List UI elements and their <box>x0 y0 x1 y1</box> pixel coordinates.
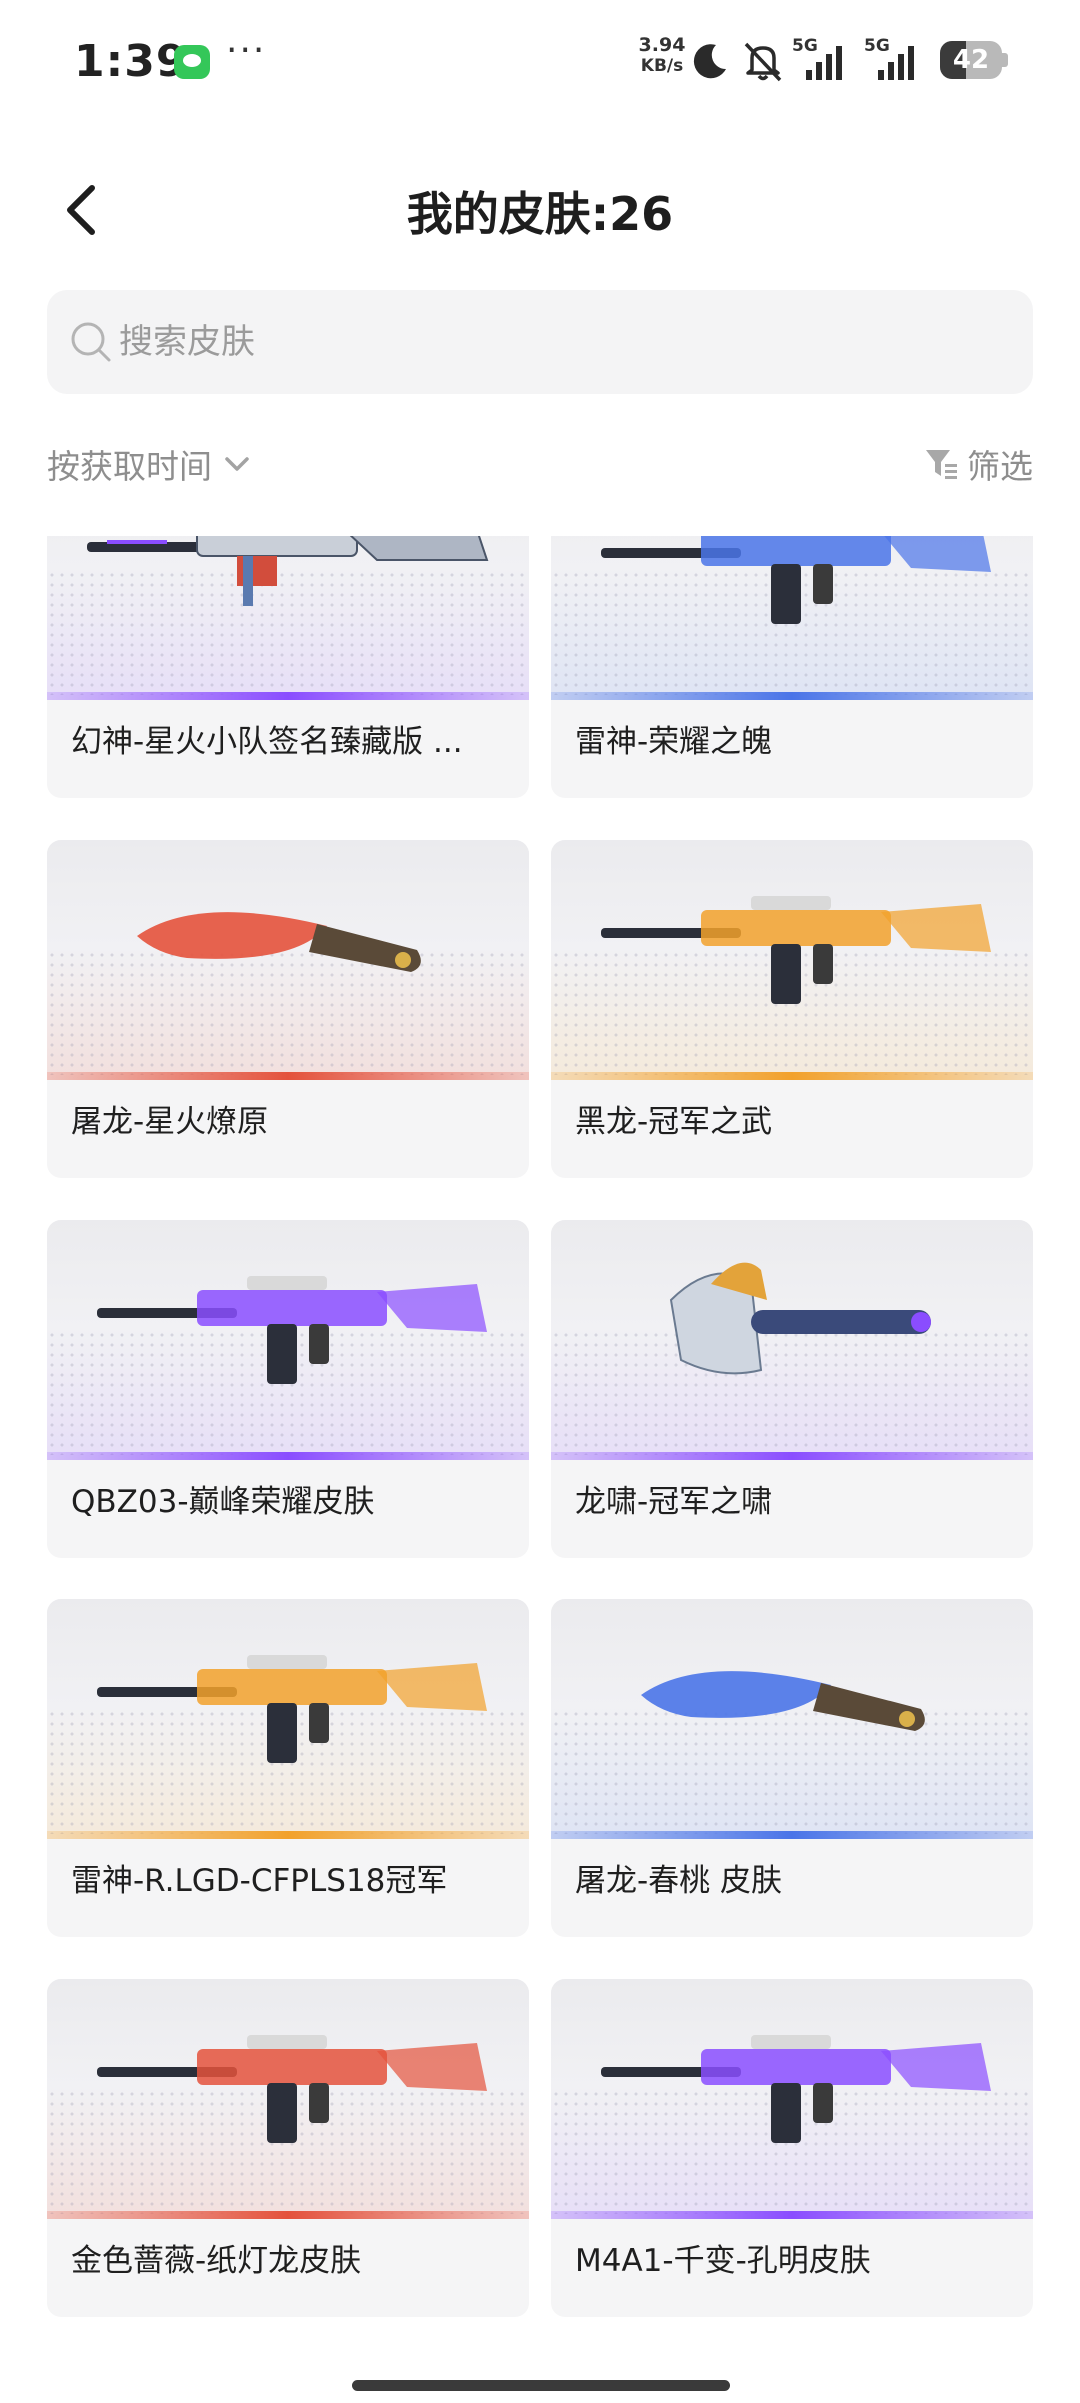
rarity-stripe <box>47 1452 529 1460</box>
skin-artwork <box>47 1220 529 1460</box>
assault-rifle-icon <box>97 2035 487 2143</box>
filter-funnel-icon <box>926 450 957 479</box>
skin-name: 屠龙-春桃 皮肤 <box>575 1863 783 1899</box>
skin-card[interactable]: QBZ03-巅峰荣耀皮肤 <box>47 1220 529 1558</box>
machete-icon <box>641 1671 925 1731</box>
skin-card[interactable]: 雷神-荣耀之魄 <box>551 536 1033 798</box>
sort-label: 按获取时间 <box>47 447 212 486</box>
home-indicator[interactable] <box>352 2380 730 2391</box>
battery-level: 42 <box>952 45 990 75</box>
network-speed-unit: KB/s <box>640 56 684 76</box>
skin-card[interactable]: 雷神-R.LGD-CFPLS18冠军 <box>47 1599 529 1937</box>
filter-label: 筛选 <box>967 447 1033 486</box>
status-time: 1:39 <box>74 36 188 87</box>
skin-artwork <box>551 1220 1033 1460</box>
skin-name: 屠龙-星火燎原 <box>71 1104 269 1140</box>
search-icon <box>71 322 111 362</box>
skin-card[interactable]: 龙啸-冠军之啸 <box>551 1220 1033 1558</box>
skin-name: QBZ03-巅峰荣耀皮肤 <box>71 1484 375 1520</box>
network-speed: 3.94 KB/s <box>634 36 690 75</box>
rarity-stripe <box>47 692 529 700</box>
messages-app-icon <box>174 45 210 79</box>
status-bar: 1:39 ··· 3.94 KB/s 5G 5G 42 <box>0 0 1080 120</box>
signal-bars-icon <box>878 46 914 80</box>
rarity-stripe <box>47 1831 529 1839</box>
skin-artwork <box>551 840 1033 1080</box>
search-input[interactable] <box>119 312 999 372</box>
rarity-stripe <box>551 2211 1033 2219</box>
skin-name: 幻神-星火小队签名臻藏版 ... <box>71 724 463 760</box>
filter-button[interactable]: 筛选 <box>923 440 1033 488</box>
skin-artwork <box>47 1979 529 2219</box>
skin-name: 雷神-R.LGD-CFPLS18冠军 <box>71 1863 448 1899</box>
rarity-stripe <box>47 2211 529 2219</box>
skin-artwork <box>47 1599 529 1839</box>
chevron-down-icon <box>225 457 249 471</box>
skin-card[interactable]: 幻神-星火小队签名臻藏版 ... <box>47 536 529 798</box>
page-title: 我的皮肤:26 <box>406 187 674 241</box>
skin-artwork <box>551 536 1033 700</box>
skin-name: 雷神-荣耀之魄 <box>575 724 773 760</box>
assault-rifle-icon <box>601 2035 991 2143</box>
do-not-disturb-moon-icon <box>693 44 726 79</box>
search-bar[interactable] <box>47 290 1033 394</box>
network-speed-value: 3.94 <box>638 34 686 56</box>
skin-name: 龙啸-冠军之啸 <box>575 1484 773 1520</box>
signal-bars-icon <box>806 46 842 80</box>
signal-strength-sim2: 5G <box>864 36 920 82</box>
rarity-stripe <box>551 692 1033 700</box>
rarity-stripe <box>551 1831 1033 1839</box>
assault-rifle-icon <box>97 1655 487 1763</box>
sort-dropdown[interactable]: 按获取时间 <box>47 440 254 488</box>
skin-name: 金色蔷薇-纸灯龙皮肤 <box>71 2243 362 2279</box>
skin-artwork <box>551 1979 1033 2219</box>
muted-bell-icon <box>744 42 782 82</box>
assault-rifle-icon <box>97 1276 487 1384</box>
top-nav-bar: 我的皮肤:26 <box>0 150 1080 270</box>
sniper-rifle-icon <box>87 536 489 606</box>
machete-icon <box>137 912 421 972</box>
axe-icon <box>669 1262 931 1375</box>
skin-card[interactable]: 金色蔷薇-纸灯龙皮肤 <box>47 1979 529 2317</box>
assault-rifle-icon <box>601 896 991 1004</box>
skin-card[interactable]: 屠龙-春桃 皮肤 <box>551 1599 1033 1937</box>
skin-artwork <box>47 840 529 1080</box>
skin-artwork <box>47 536 529 700</box>
battery-icon: 42 <box>940 41 1008 79</box>
skin-card[interactable]: M4A1-千变-孔明皮肤 <box>551 1979 1033 2317</box>
skin-artwork <box>551 1599 1033 1839</box>
rarity-stripe <box>551 1452 1033 1460</box>
skin-card[interactable]: 黑龙-冠军之武 <box>551 840 1033 1178</box>
skin-grid-scroll-area[interactable]: 幻神-星火小队签名臻藏版 ... 雷神-荣耀之魄屠龙-星火燎原 黑龙-冠军之武 QBZ… <box>0 536 1080 2348</box>
rarity-stripe <box>47 1072 529 1080</box>
skin-name: M4A1-千变-孔明皮肤 <box>575 2243 871 2279</box>
more-notifications-icon: ··· <box>226 30 267 71</box>
assault-rifle-icon <box>601 536 991 624</box>
sort-filter-bar: 按获取时间 筛选 <box>47 436 1033 496</box>
signal-strength-sim1: 5G <box>792 36 848 82</box>
rarity-stripe <box>551 1072 1033 1080</box>
skin-card[interactable]: 屠龙-星火燎原 <box>47 840 529 1178</box>
skin-name: 黑龙-冠军之武 <box>575 1104 773 1140</box>
